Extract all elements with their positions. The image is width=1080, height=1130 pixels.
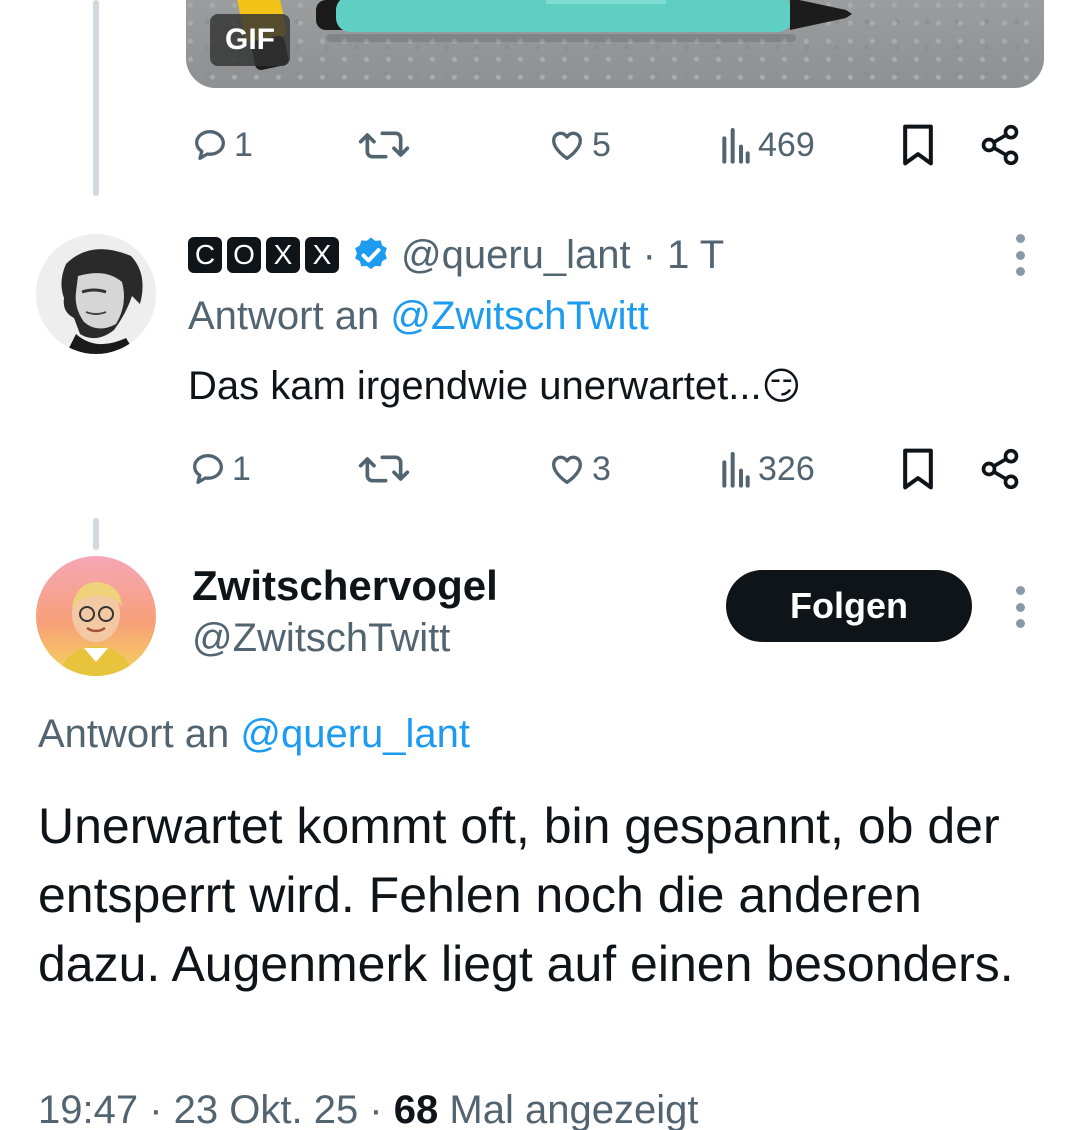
heart-icon bbox=[552, 131, 582, 160]
reply-button[interactable]: 1 bbox=[188, 444, 251, 494]
reply-icon bbox=[195, 130, 225, 160]
reply-prefix: Antwort an bbox=[188, 294, 380, 338]
tweet-body: Das kam irgendwie unerwartet... bbox=[188, 364, 762, 408]
views-icon bbox=[722, 128, 750, 164]
follow-button[interactable]: Folgen bbox=[726, 570, 972, 642]
share-button[interactable] bbox=[978, 444, 1022, 494]
tweet-meta: 19:47 · 23 Okt. 25 · 68 Mal angezeigt bbox=[38, 1088, 698, 1130]
reply-prefix: Antwort an bbox=[38, 712, 230, 756]
bookmark-icon bbox=[903, 448, 933, 490]
badge-letter: X bbox=[305, 237, 339, 273]
coxx-handle[interactable]: @queru_lant bbox=[401, 233, 631, 278]
coxx-name-badge[interactable]: C O X X bbox=[188, 237, 339, 273]
like-button[interactable]: 3 bbox=[546, 444, 611, 494]
like-count: 5 bbox=[592, 125, 611, 164]
coxx-time[interactable]: · 1 T bbox=[643, 233, 725, 278]
reply-mention-link[interactable]: @queru_lant bbox=[240, 712, 470, 756]
reply-context-coxx: Antwort an @ZwitschTwitt bbox=[188, 294, 649, 339]
view-count: 326 bbox=[758, 449, 815, 488]
reply-count: 1 bbox=[234, 125, 253, 164]
tweet-text-coxx: Das kam irgendwie unerwartet...😏 bbox=[188, 364, 801, 409]
share-button[interactable] bbox=[978, 120, 1022, 170]
author-handle[interactable]: @ZwitschTwitt bbox=[192, 616, 450, 661]
view-suffix: Mal angezeigt bbox=[449, 1088, 699, 1130]
tweet-timestamp[interactable]: 19:47 · 23 Okt. 25 · bbox=[38, 1088, 383, 1130]
reply-icon bbox=[193, 454, 223, 484]
views-button[interactable]: 326 bbox=[718, 444, 815, 494]
avatar-zwitschervogel[interactable] bbox=[36, 556, 156, 676]
thread-line-mid bbox=[93, 518, 99, 550]
view-count: 469 bbox=[758, 125, 815, 164]
author-display-name[interactable]: Zwitschervogel bbox=[192, 562, 498, 610]
badge-letter: C bbox=[188, 237, 222, 273]
reply-mention-link[interactable]: @ZwitschTwitt bbox=[390, 294, 648, 338]
like-count: 3 bbox=[592, 449, 611, 488]
avatar-coxx[interactable] bbox=[36, 234, 156, 354]
views-button[interactable]: 469 bbox=[718, 120, 815, 170]
badge-letter: X bbox=[266, 237, 300, 273]
gif-media[interactable] bbox=[186, 0, 1044, 88]
repost-icon bbox=[358, 131, 410, 159]
badge-letter: O bbox=[227, 237, 261, 273]
author-row-coxx: C O X X @queru_lant · 1 T bbox=[188, 233, 725, 278]
bookmark-button[interactable] bbox=[898, 120, 938, 170]
share-icon bbox=[981, 124, 1019, 166]
more-options-icon[interactable] bbox=[1010, 230, 1030, 280]
heart-icon bbox=[552, 455, 582, 484]
verified-icon bbox=[355, 237, 387, 270]
views-icon bbox=[722, 452, 750, 488]
repost-button[interactable] bbox=[358, 444, 410, 494]
repost-icon bbox=[358, 455, 410, 483]
repost-button[interactable] bbox=[358, 120, 410, 170]
reply-context-main: Antwort an @queru_lant bbox=[38, 712, 470, 757]
bookmark-button[interactable] bbox=[898, 444, 938, 494]
smirk-emoji: 😏 bbox=[761, 364, 802, 408]
gif-badge: GIF bbox=[210, 14, 290, 66]
like-button[interactable]: 5 bbox=[546, 120, 611, 170]
more-options-icon[interactable] bbox=[1010, 582, 1030, 632]
action-bar-reply: 1 3 326 bbox=[0, 444, 1080, 494]
main-tweet-text: Unerwartet kommt oft, bin gespannt, ob d… bbox=[38, 798, 1014, 992]
reply-button[interactable]: 1 bbox=[190, 120, 253, 170]
reply-count: 1 bbox=[232, 449, 251, 488]
share-icon bbox=[981, 448, 1019, 490]
view-count-total: 68 bbox=[393, 1088, 439, 1130]
bookmark-icon bbox=[903, 124, 933, 166]
action-bar-top: 1 5 469 bbox=[0, 120, 1080, 170]
